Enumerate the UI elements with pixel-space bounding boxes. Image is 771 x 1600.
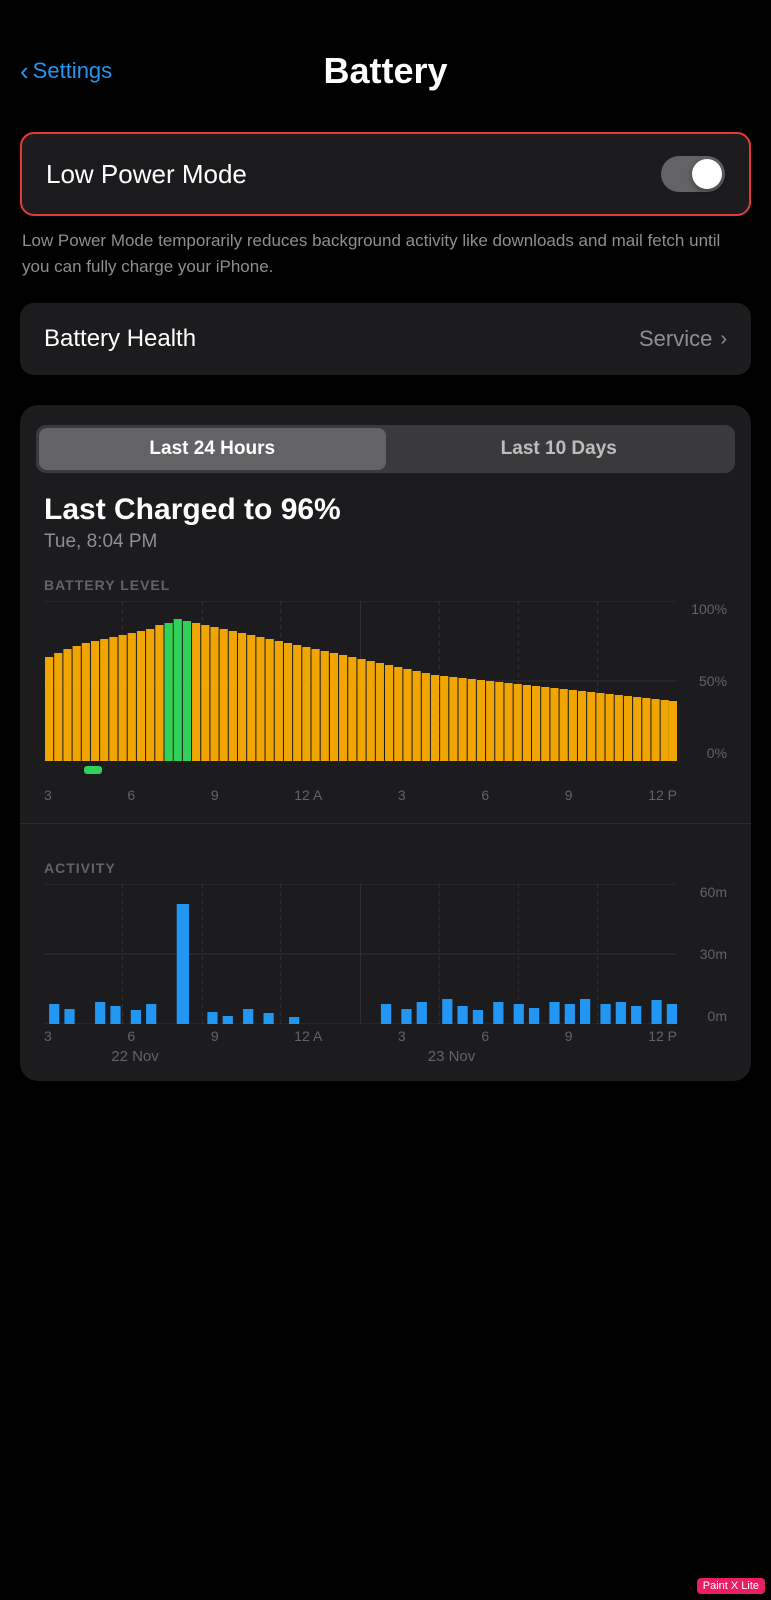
green-charging-indicator	[84, 766, 102, 774]
back-chevron-icon: ‹	[20, 58, 29, 84]
usage-section: Last 24 Hours Last 10 Days Last Charged …	[20, 405, 751, 1081]
battery-level-label: BATTERY LEVEL	[44, 577, 727, 593]
act-x-label-9pm: 9	[565, 1028, 573, 1044]
low-power-mode-row[interactable]: Low Power Mode	[20, 132, 751, 216]
date-label-22nov: 22 Nov	[111, 1048, 159, 1065]
low-power-mode-toggle[interactable]	[661, 156, 725, 192]
charge-info: Last Charged to 96% Tue, 8:04 PM	[20, 473, 751, 561]
act-x-label-3am: 3	[44, 1028, 52, 1044]
x-label-9pm: 9	[565, 787, 573, 803]
activity-chart-svg	[44, 884, 677, 1024]
act-x-label-6am: 6	[127, 1028, 135, 1044]
tab-last-10-days[interactable]: Last 10 Days	[386, 428, 733, 470]
page-title: Battery	[323, 50, 447, 92]
battery-y-axis: 100% 50% 0%	[677, 601, 727, 761]
x-label-12a: 12 A	[294, 787, 322, 803]
battery-health-right: Service ›	[639, 326, 727, 352]
low-power-mode-label: Low Power Mode	[46, 159, 247, 190]
y-label-0: 0%	[707, 745, 727, 761]
battery-chart-wrapper: 100% 50% 0%	[44, 601, 727, 761]
act-x-label-6pm: 6	[481, 1028, 489, 1044]
act-x-label-12p: 12 P	[648, 1028, 677, 1044]
low-power-description: Low Power Mode temporarily reduces backg…	[22, 228, 749, 279]
date-label-23nov: 23 Nov	[428, 1048, 476, 1065]
y-label-60m: 60m	[700, 884, 727, 900]
activity-label: ACTIVITY	[44, 860, 727, 876]
charge-title: Last Charged to 96%	[44, 493, 727, 527]
watermark: Paint X Lite	[697, 1578, 765, 1594]
tab-switcher: Last 24 Hours Last 10 Days	[36, 425, 735, 473]
battery-health-row[interactable]: Battery Health Service ›	[20, 303, 751, 375]
back-button[interactable]: ‹ Settings	[20, 58, 112, 84]
battery-level-chart-container: BATTERY LEVEL	[20, 561, 751, 803]
y-label-0m: 0m	[708, 1008, 727, 1024]
toggle-knob	[692, 159, 722, 189]
battery-x-axis: 3 6 9 12 A 3 6 9 12 P	[44, 783, 677, 803]
chevron-right-icon: ›	[720, 328, 727, 351]
battery-chart-svg	[44, 601, 677, 761]
chart-divider	[20, 823, 751, 824]
x-label-9am: 9	[211, 787, 219, 803]
date-labels: 22 Nov 23 Nov	[44, 1044, 677, 1081]
y-label-100: 100%	[691, 601, 727, 617]
back-label: Settings	[33, 58, 113, 84]
battery-health-section: Battery Health Service ›	[20, 303, 751, 375]
activity-chart-wrapper: 60m 30m 0m	[44, 884, 727, 1024]
charge-subtitle: Tue, 8:04 PM	[44, 531, 727, 553]
battery-health-label: Battery Health	[44, 325, 196, 353]
battery-chart-area	[44, 601, 677, 761]
act-x-label-12a: 12 A	[294, 1028, 322, 1044]
activity-x-axis: 3 6 9 12 A 3 6 9 12 P	[44, 1024, 677, 1044]
x-label-12p: 12 P	[648, 787, 677, 803]
x-label-3pm: 3	[398, 787, 406, 803]
tab-last-24-hours[interactable]: Last 24 Hours	[39, 428, 386, 470]
activity-chart-area	[44, 884, 677, 1024]
y-label-50: 50%	[699, 673, 727, 689]
x-label-6am: 6	[127, 787, 135, 803]
page-header: ‹ Settings Battery	[0, 0, 771, 112]
act-x-label-9am: 9	[211, 1028, 219, 1044]
activity-chart-container: ACTIVITY	[20, 844, 751, 1081]
x-label-6pm: 6	[481, 787, 489, 803]
activity-y-axis: 60m 30m 0m	[677, 884, 727, 1024]
y-label-30m: 30m	[700, 946, 727, 962]
battery-health-value: Service	[639, 326, 712, 352]
act-x-label-3pm: 3	[398, 1028, 406, 1044]
x-label-3am: 3	[44, 787, 52, 803]
